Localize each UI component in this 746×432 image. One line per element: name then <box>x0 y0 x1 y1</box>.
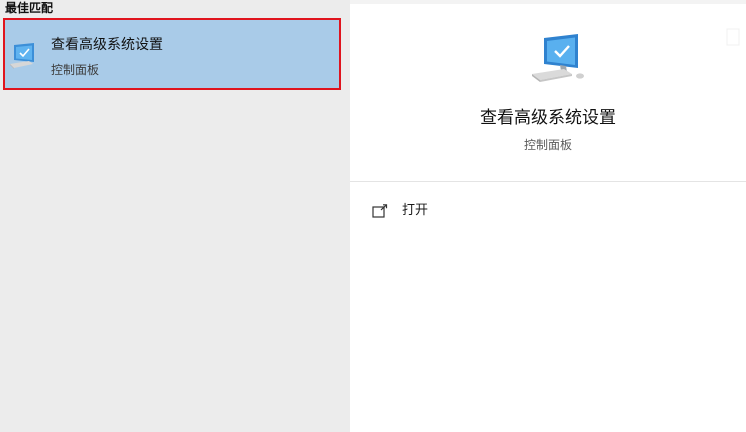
open-action-label: 打开 <box>402 203 429 218</box>
detail-header: 查看高级系统设置 控制面板 <box>350 4 746 181</box>
detail-pane: 查看高级系统设置 控制面板 打开 <box>350 0 746 432</box>
computer-settings-icon <box>530 32 590 86</box>
open-action[interactable]: 打开 <box>350 196 746 226</box>
best-match-result[interactable]: 查看高级系统设置 控制面板 <box>3 18 341 90</box>
detail-divider <box>350 181 746 182</box>
open-icon <box>372 203 388 218</box>
best-match-subtitle: 控制面板 <box>51 63 100 77</box>
best-match-heading: 最佳匹配 <box>5 1 54 15</box>
best-match-title: 查看高级系统设置 <box>51 37 163 53</box>
corner-decoration <box>726 28 740 46</box>
detail-subtitle: 控制面板 <box>523 138 572 152</box>
search-results-pane: 最佳匹配 查看高级系统设置 控制面板 <box>0 0 349 432</box>
computer-settings-icon <box>9 42 43 72</box>
detail-title: 查看高级系统设置 <box>480 108 616 128</box>
